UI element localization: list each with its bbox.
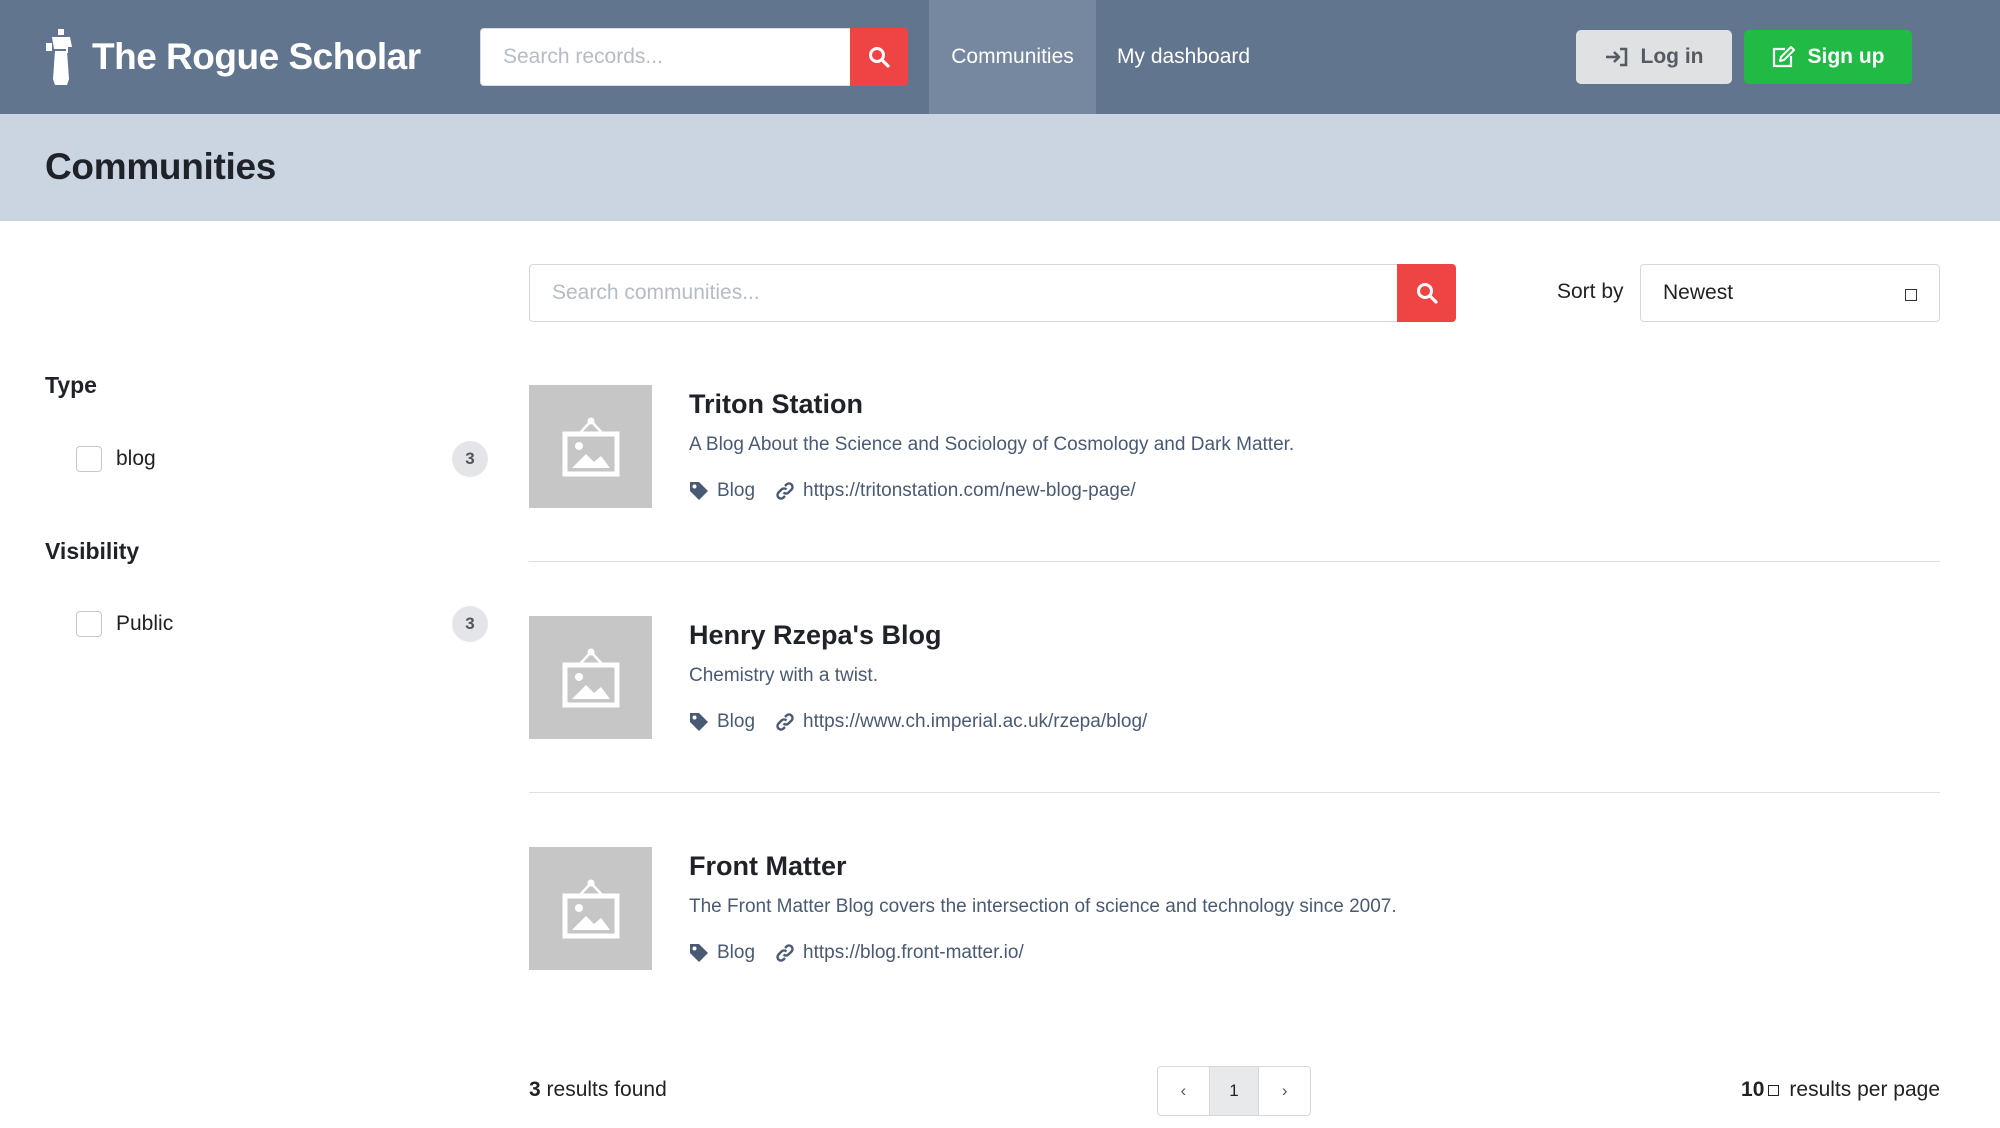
divider xyxy=(529,792,1940,793)
page-title: Communities xyxy=(45,146,277,187)
community-logo-placeholder[interactable] xyxy=(529,847,652,970)
community-url: https://tritonstation.com/new-blog-page/ xyxy=(803,480,1136,501)
community-description: A Blog About the Science and Sociology o… xyxy=(689,434,1295,455)
facet-public-checkbox[interactable] xyxy=(76,611,102,637)
page-header: Communities xyxy=(0,114,2000,221)
community-logo-placeholder[interactable] xyxy=(529,385,652,508)
dropdown-icon[interactable] xyxy=(1768,1084,1780,1096)
community-item: Henry Rzepa's Blog Chemistry with a twis… xyxy=(529,616,1940,739)
community-title[interactable]: Henry Rzepa's Blog xyxy=(689,620,941,651)
nav-communities[interactable]: Communities xyxy=(929,0,1096,114)
sort-by-label: Sort by xyxy=(1557,280,1624,303)
header-search-input[interactable] xyxy=(480,28,850,86)
brand[interactable]: The Rogue Scholar xyxy=(46,28,421,86)
edit-icon xyxy=(1772,46,1795,68)
link-icon xyxy=(776,944,794,962)
community-website-link[interactable]: https://www.ch.imperial.ac.uk/rzepa/blog… xyxy=(775,711,1147,733)
search-icon xyxy=(869,47,890,68)
community-description: Chemistry with a twist. xyxy=(689,665,878,686)
facet-blog-checkbox[interactable] xyxy=(76,446,102,472)
community-title[interactable]: Triton Station xyxy=(689,389,863,420)
community-type-label: Blog xyxy=(717,711,756,732)
tag-icon xyxy=(690,482,708,500)
logo-icon xyxy=(46,29,72,85)
community-type: Blog xyxy=(689,942,755,964)
pagination-next[interactable]: › xyxy=(1259,1067,1310,1115)
community-item: Triton Station A Blog About the Science … xyxy=(529,385,1940,508)
sign-in-icon xyxy=(1605,47,1627,67)
facet-count-badge: 3 xyxy=(452,441,488,477)
facet-option-public[interactable]: Public 3 xyxy=(76,606,488,642)
community-item: Front Matter The Front Matter Blog cover… xyxy=(529,847,1940,970)
tag-icon xyxy=(690,713,708,731)
facet-type-title: Type xyxy=(45,372,97,398)
community-search-input[interactable] xyxy=(529,264,1397,322)
community-meta: Blog https://www.ch.imperial.ac.uk/rzepa… xyxy=(689,711,1147,733)
link-icon xyxy=(776,482,794,500)
sort-dropdown[interactable]: Newest xyxy=(1640,264,1940,322)
community-type-label: Blog xyxy=(717,942,756,963)
header-search-button[interactable] xyxy=(850,28,908,86)
community-url: https://www.ch.imperial.ac.uk/rzepa/blog… xyxy=(803,711,1148,732)
dropdown-icon xyxy=(1905,289,1917,301)
community-type: Blog xyxy=(689,480,755,502)
top-navbar: The Rogue Scholar Communities My dashboa… xyxy=(0,0,2000,114)
facet-count-badge: 3 xyxy=(452,606,488,642)
facet-option-blog[interactable]: blog 3 xyxy=(76,441,488,477)
sort-selected-value: Newest xyxy=(1663,281,1734,304)
brand-name: The Rogue Scholar xyxy=(92,36,421,77)
signup-button[interactable]: Sign up xyxy=(1744,30,1912,84)
divider xyxy=(529,561,1940,562)
community-type: Blog xyxy=(689,711,755,733)
community-meta: Blog https://tritonstation.com/new-blog-… xyxy=(689,480,1136,502)
results-count-label: results found xyxy=(546,1078,667,1101)
pagination-page-1[interactable]: 1 xyxy=(1208,1067,1260,1115)
community-search-button[interactable] xyxy=(1397,264,1456,322)
results-count-number: 3 xyxy=(529,1078,541,1101)
nav-my-dashboard[interactable]: My dashboard xyxy=(1117,0,1250,114)
header-search xyxy=(480,28,908,86)
login-label: Log in xyxy=(1640,45,1704,68)
community-meta: Blog https://blog.front-matter.io/ xyxy=(689,942,1024,964)
per-page-dropdown[interactable]: 10 xyxy=(1741,1078,1764,1102)
facet-visibility-title: Visibility xyxy=(45,538,140,564)
signup-label: Sign up xyxy=(1807,45,1885,68)
facet-option-label: Public xyxy=(116,612,174,635)
image-placeholder-icon xyxy=(562,879,619,938)
per-page-label: results per page xyxy=(1789,1078,1940,1101)
image-placeholder-icon xyxy=(562,648,619,707)
community-type-label: Blog xyxy=(717,480,756,501)
community-description: The Front Matter Blog covers the interse… xyxy=(689,896,1397,917)
link-icon xyxy=(776,713,794,731)
login-button[interactable]: Log in xyxy=(1576,30,1732,84)
community-title[interactable]: Front Matter xyxy=(689,851,847,882)
community-website-link[interactable]: https://tritonstation.com/new-blog-page/ xyxy=(775,480,1136,502)
pagination: ‹ 1 › xyxy=(1157,1066,1311,1116)
tag-icon xyxy=(690,944,708,962)
facet-option-label: blog xyxy=(116,447,156,470)
community-url: https://blog.front-matter.io/ xyxy=(803,942,1024,963)
image-placeholder-icon xyxy=(562,417,619,476)
community-logo-placeholder[interactable] xyxy=(529,616,652,739)
search-icon xyxy=(1416,283,1438,304)
community-search xyxy=(529,264,1456,322)
results-count: 3 results found xyxy=(529,1078,667,1102)
pagination-prev[interactable]: ‹ xyxy=(1158,1067,1209,1115)
community-website-link[interactable]: https://blog.front-matter.io/ xyxy=(775,942,1024,964)
results-per-page: 10 results per page xyxy=(1741,1078,1940,1102)
